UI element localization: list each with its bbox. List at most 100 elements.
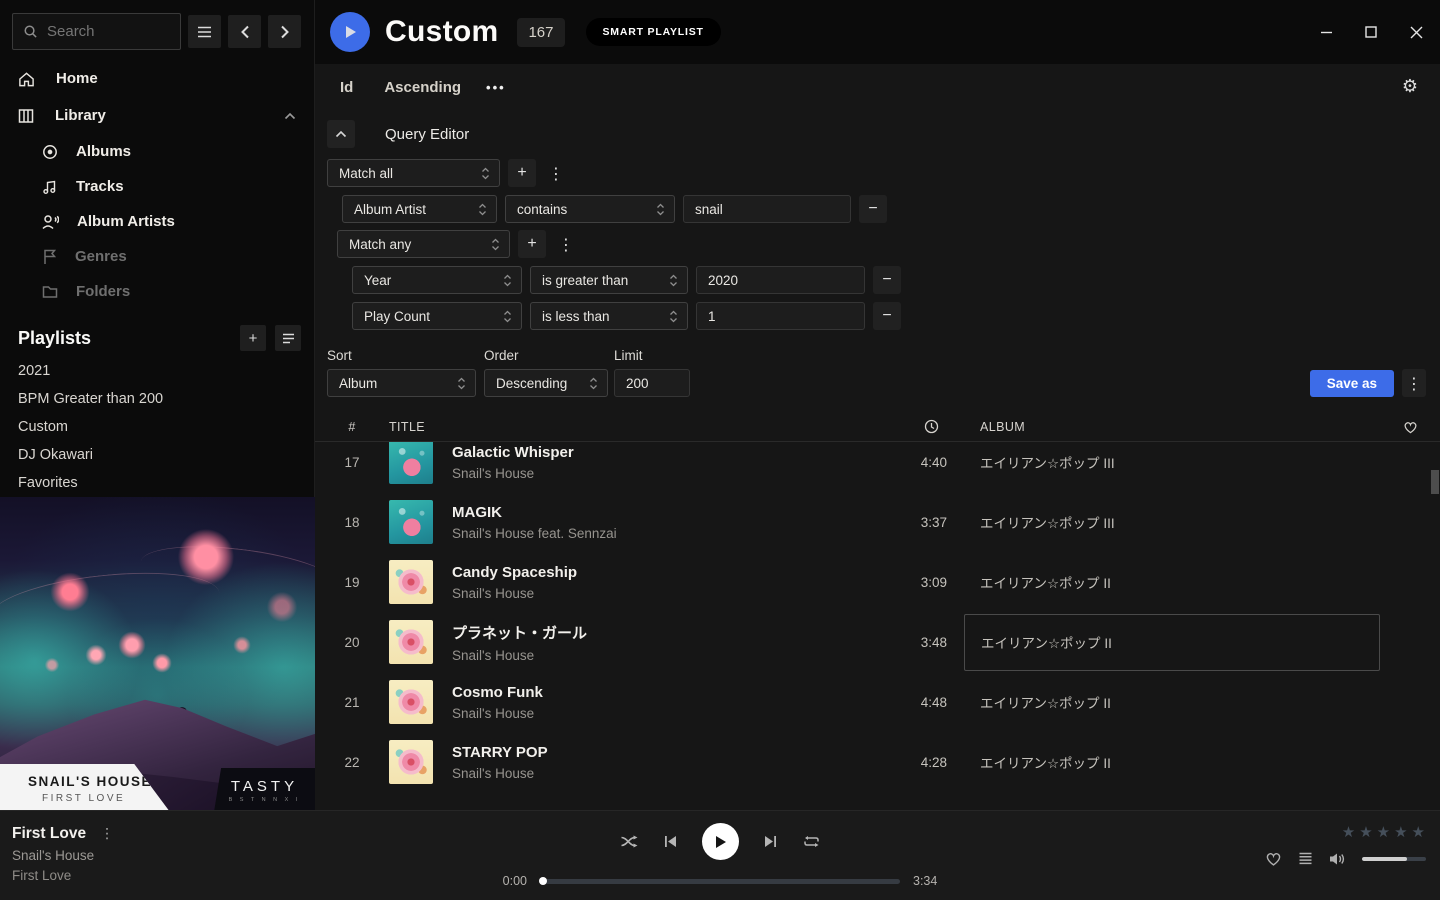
remove-rule-button[interactable]: − xyxy=(859,195,887,223)
track-album[interactable]: エイリアン☆ポップ II xyxy=(980,692,1380,712)
rule-operator-select[interactable]: is greater than xyxy=(530,266,688,294)
add-playlist-button[interactable]: + xyxy=(240,325,266,351)
sidebar-item-albums[interactable]: Albums xyxy=(0,134,314,169)
more-options-icon[interactable]: ••• xyxy=(486,80,506,95)
star-icon[interactable]: ★ xyxy=(1412,823,1426,841)
rule-field-select[interactable]: Play Count xyxy=(352,302,522,330)
now-playing-kebab-menu[interactable]: ⋮ xyxy=(100,826,114,842)
track-artist: Snail's House feat. Sennzai xyxy=(452,526,877,541)
rule-value-input[interactable] xyxy=(696,302,865,330)
track-album[interactable]: エイリアン☆ポップ III xyxy=(980,512,1380,532)
forward-button[interactable] xyxy=(268,15,301,48)
repeat-button[interactable] xyxy=(802,834,821,849)
playlist-item[interactable]: Custom xyxy=(0,413,314,441)
playlist-item[interactable]: 2021 xyxy=(0,357,314,385)
col-title[interactable]: TITLE xyxy=(389,420,877,434)
collapse-query-editor-button[interactable] xyxy=(327,120,355,148)
volume-button[interactable] xyxy=(1329,852,1346,866)
col-favorite[interactable] xyxy=(1380,420,1440,434)
star-icon[interactable]: ★ xyxy=(1342,823,1356,841)
minimize-icon xyxy=(1320,26,1333,39)
track-artist: Snail's House xyxy=(452,766,877,781)
group-kebab-menu[interactable]: ⋮ xyxy=(554,230,578,258)
track-artist: Snail's House xyxy=(452,648,877,663)
track-artist: Snail's House xyxy=(452,466,877,481)
track-album[interactable]: エイリアン☆ポップ II xyxy=(980,572,1380,592)
artwork-label-ribbon: TASTY B S T N N X I xyxy=(214,768,315,812)
chevron-up-icon[interactable] xyxy=(284,112,296,120)
table-row[interactable]: 18 MAGIK Snail's House feat. Sennzai 3:3… xyxy=(315,492,1440,552)
track-album[interactable]: エイリアン☆ポップ II xyxy=(964,614,1380,671)
sidebar-item-folders[interactable]: Folders xyxy=(0,274,314,309)
add-rule-button[interactable]: + xyxy=(508,159,536,187)
remove-rule-button[interactable]: − xyxy=(873,302,901,330)
minimize-button[interactable] xyxy=(1312,18,1340,46)
match-mode-select[interactable]: Match all xyxy=(327,159,500,187)
volume-slider[interactable] xyxy=(1362,857,1426,861)
col-album[interactable]: ALBUM xyxy=(980,420,1380,434)
rule-operator-select[interactable]: is less than xyxy=(530,302,688,330)
track-number: 19 xyxy=(315,575,389,590)
playlist-item[interactable]: BPM Greater than 200 xyxy=(0,385,314,413)
sidebar-item-genres[interactable]: Genres xyxy=(0,239,314,274)
play-pause-button[interactable] xyxy=(702,823,739,860)
sidebar-item-album-artists[interactable]: Album Artists xyxy=(0,204,314,239)
sort-order-chip[interactable]: Ascending xyxy=(384,79,461,96)
save-kebab-menu[interactable]: ⋮ xyxy=(1402,369,1426,397)
table-row[interactable]: 22 STARRY POP Snail's House 4:28 エイリアン☆ポ… xyxy=(315,732,1440,792)
table-row[interactable]: 19 Candy Spaceship Snail's House 3:09 エイ… xyxy=(315,552,1440,612)
rule-field-select[interactable]: Album Artist xyxy=(342,195,497,223)
sidebar-item-tracks[interactable]: Tracks xyxy=(0,169,314,204)
settings-gear-icon[interactable]: ⚙ xyxy=(1402,78,1418,96)
rule-field-select[interactable]: Year xyxy=(352,266,522,294)
artist-icon xyxy=(42,214,59,230)
seek-handle[interactable] xyxy=(539,877,547,885)
sidebar-item-home[interactable]: Home xyxy=(0,60,314,97)
seek-bar[interactable] xyxy=(540,879,900,884)
order-select[interactable]: Descending xyxy=(484,369,608,397)
scrollbar-thumb[interactable] xyxy=(1431,470,1439,494)
playlist-options-button[interactable] xyxy=(275,325,301,351)
search-input[interactable] xyxy=(47,23,170,40)
back-button[interactable] xyxy=(228,15,261,48)
remove-rule-button[interactable]: − xyxy=(873,266,901,294)
sort-field-chip[interactable]: Id xyxy=(340,79,353,96)
star-icon[interactable]: ★ xyxy=(1359,823,1373,841)
rule-value-input[interactable] xyxy=(696,266,865,294)
sort-select[interactable]: Album xyxy=(327,369,476,397)
star-icon[interactable]: ★ xyxy=(1377,823,1391,841)
star-icon[interactable]: ★ xyxy=(1394,823,1408,841)
track-album[interactable]: エイリアン☆ポップ III xyxy=(980,452,1380,472)
search-box[interactable] xyxy=(12,13,181,50)
table-row[interactable]: 21 Cosmo Funk Snail's House 4:48 エイリアン☆ポ… xyxy=(315,672,1440,732)
limit-input[interactable] xyxy=(614,369,690,397)
order-label: Order xyxy=(484,348,614,363)
shuffle-button[interactable] xyxy=(620,834,639,849)
col-duration[interactable] xyxy=(877,419,947,434)
queue-button[interactable] xyxy=(1298,852,1313,865)
close-button[interactable] xyxy=(1402,18,1430,46)
rule-value-input[interactable] xyxy=(683,195,851,223)
group-kebab-menu[interactable]: ⋮ xyxy=(544,159,568,187)
add-rule-button[interactable]: + xyxy=(518,230,546,258)
previous-button[interactable] xyxy=(663,834,678,849)
maximize-button[interactable] xyxy=(1357,18,1385,46)
track-duration: 4:28 xyxy=(877,755,947,770)
track-album[interactable]: エイリアン☆ポップ II xyxy=(980,752,1380,772)
favorite-button[interactable] xyxy=(1265,851,1282,866)
rule-operator-select[interactable]: contains xyxy=(505,195,675,223)
next-button[interactable] xyxy=(763,834,778,849)
table-row[interactable]: 20 プラネット・ガール Snail's House 3:48 エイリアン☆ポッ… xyxy=(315,612,1440,672)
select-updown-icon xyxy=(478,202,487,217)
sidebar-item-library[interactable]: Library xyxy=(0,97,314,134)
playlist-item[interactable]: DJ Okawari xyxy=(0,441,314,469)
table-row[interactable]: 17 Galactic Whisper Snail's House 4:40 エ… xyxy=(315,442,1440,492)
playlist-item[interactable]: Favorites xyxy=(0,469,314,497)
match-mode-select[interactable]: Match any xyxy=(337,230,510,258)
save-as-button[interactable]: Save as xyxy=(1310,370,1394,397)
rating-stars[interactable]: ★★★★★ xyxy=(1342,823,1426,841)
now-playing-artwork[interactable]: SNAIL'S HOUSE FIRST LOVE TASTY B S T N N… xyxy=(0,497,315,812)
play-playlist-button[interactable] xyxy=(330,12,370,52)
col-number[interactable]: # xyxy=(315,420,389,434)
menu-button[interactable] xyxy=(188,15,221,48)
